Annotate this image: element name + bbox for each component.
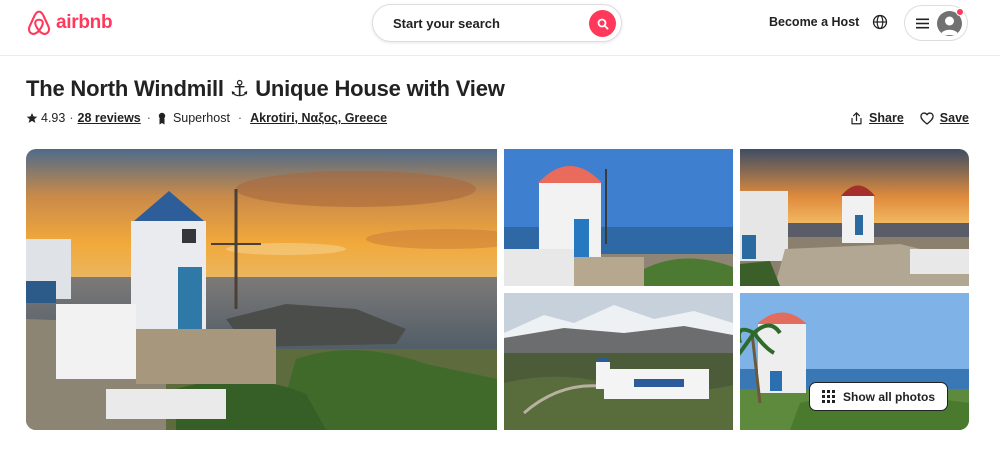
airbnb-logo-icon	[27, 10, 51, 36]
photo-4[interactable]	[504, 293, 733, 430]
grid-icon	[822, 390, 835, 403]
show-all-photos-button[interactable]: Show all photos	[809, 382, 948, 411]
separator-dot: ·	[69, 111, 74, 125]
search-button[interactable]	[589, 10, 616, 37]
rating-value: 4.93	[41, 111, 66, 125]
share-label: Share	[869, 111, 904, 125]
photo-3[interactable]	[740, 149, 969, 286]
top-header: airbnb Start your search Become a Host	[0, 0, 1000, 56]
location-link[interactable]: Akrotiri, Ναξος, Greece	[250, 111, 387, 125]
airbnb-logo[interactable]: airbnb	[26, 9, 113, 37]
hamburger-menu-icon	[916, 18, 929, 28]
share-icon	[851, 111, 862, 124]
show-all-photos-label: Show all photos	[843, 389, 935, 404]
superhost-label: Superhost	[172, 111, 230, 125]
listing-title: The North Windmill ⚓ Unique House with V…	[26, 76, 505, 101]
reviews-link[interactable]: 28 reviews	[78, 111, 141, 125]
star-icon	[26, 113, 38, 123]
search-bar[interactable]: Start your search	[372, 4, 622, 42]
listing-meta: 4.93 · 28 reviews · Superhost · Akrotiri…	[26, 111, 387, 125]
heart-icon	[920, 111, 934, 125]
save-button[interactable]: Save	[920, 111, 969, 125]
listing-actions: Share Save	[834, 111, 969, 125]
photo-5[interactable]: Show all photos	[740, 293, 969, 430]
photo-2[interactable]	[504, 149, 733, 286]
search-icon	[597, 18, 609, 30]
share-button[interactable]: Share	[850, 111, 904, 125]
brand-name: airbnb	[56, 12, 113, 33]
search-label: Start your search	[393, 15, 500, 31]
separator-dot: ·	[237, 111, 243, 125]
globe-icon[interactable]	[872, 14, 888, 30]
photo-gallery: Show all photos	[26, 149, 969, 430]
user-menu-button[interactable]	[904, 5, 968, 41]
notification-dot	[956, 8, 964, 16]
become-host-link[interactable]: Become a Host	[769, 15, 859, 29]
separator-dot: ·	[146, 111, 151, 125]
photo-main[interactable]	[26, 149, 497, 430]
save-label: Save	[939, 111, 969, 125]
superhost-medal-icon	[158, 112, 166, 124]
